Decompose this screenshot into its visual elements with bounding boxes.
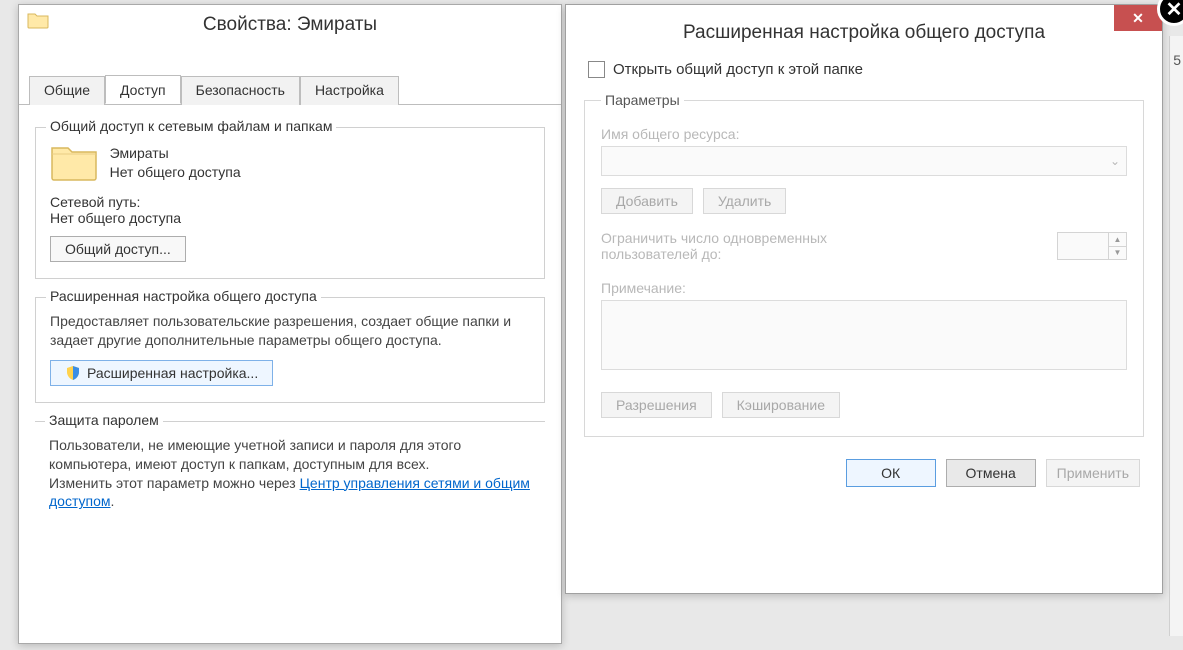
folder-large-icon xyxy=(50,142,98,182)
ok-button[interactable]: ОК xyxy=(846,459,936,487)
advanced-sharing-dialog: ✕ Расширенная настройка общего доступа О… xyxy=(565,4,1163,594)
password-protect-desc1: Пользователи, не имеющие учетной записи … xyxy=(49,436,531,474)
add-share-button[interactable]: Добавить xyxy=(601,188,693,214)
properties-titlebar[interactable]: Свойства: Эмираты xyxy=(19,5,561,45)
password-protect-group: Защита паролем Пользователи, не имеющие … xyxy=(35,421,545,512)
sharing-panel: Общий доступ к сетевым файлам и папкам Э… xyxy=(19,105,561,541)
tab-security[interactable]: Безопасность xyxy=(181,76,300,105)
share-name-label: Имя общего ресурса: xyxy=(601,126,1127,142)
shield-icon xyxy=(65,365,81,381)
properties-dialog: Свойства: Эмираты Общие Доступ Безопасно… xyxy=(18,4,562,644)
folder-share-status: Нет общего доступа xyxy=(110,163,241,182)
password-protect-desc2: Изменить этот параметр можно через Центр… xyxy=(49,474,531,512)
user-limit-label: Ограничить число одновременных пользоват… xyxy=(601,230,901,262)
share-name-combo[interactable]: ⌄ xyxy=(601,146,1127,176)
password-protect-legend: Защита паролем xyxy=(45,412,163,428)
comment-textarea[interactable] xyxy=(601,300,1127,370)
permissions-button[interactable]: Разрешения xyxy=(601,392,712,418)
tabstrip: Общие Доступ Безопасность Настройка xyxy=(19,75,561,105)
tab-customize[interactable]: Настройка xyxy=(300,76,399,105)
advanced-settings-button[interactable]: Расширенная настройка... xyxy=(50,360,273,386)
spinner-up-icon[interactable]: ▲ xyxy=(1109,233,1126,247)
background-strip xyxy=(1169,36,1183,636)
background-text: 5 xyxy=(1173,52,1181,68)
parameters-fieldset: Параметры Имя общего ресурса: ⌄ Добавить… xyxy=(584,92,1144,437)
share-button[interactable]: Общий доступ... xyxy=(50,236,186,262)
caching-button[interactable]: Кэширование xyxy=(722,392,840,418)
network-sharing-legend: Общий доступ к сетевым файлам и папкам xyxy=(46,118,336,134)
advanced-sharing-group: Расширенная настройка общего доступа Пре… xyxy=(35,297,545,403)
advanced-sharing-desc: Предоставляет пользовательские разрешени… xyxy=(50,312,530,350)
comment-label: Примечание: xyxy=(601,280,1127,296)
share-folder-label: Открыть общий доступ к этой папке xyxy=(613,61,863,78)
tab-general[interactable]: Общие xyxy=(29,76,105,105)
network-path-label: Сетевой путь: xyxy=(50,194,530,210)
properties-title: Свойства: Эмираты xyxy=(203,14,377,36)
network-path-value: Нет общего доступа xyxy=(50,210,530,226)
network-sharing-group: Общий доступ к сетевым файлам и папкам Э… xyxy=(35,127,545,279)
parameters-legend: Параметры xyxy=(601,92,684,108)
advanced-sharing-legend: Расширенная настройка общего доступа xyxy=(46,288,321,304)
user-limit-spinner[interactable]: ▲ ▼ xyxy=(1057,232,1127,260)
advanced-settings-label: Расширенная настройка... xyxy=(87,365,258,381)
share-folder-checkbox[interactable] xyxy=(588,61,605,78)
close-icon: ✕ xyxy=(1166,0,1183,22)
folder-name: Эмираты xyxy=(110,144,241,163)
advanced-sharing-title: Расширенная настройка общего доступа xyxy=(683,22,1045,44)
remove-share-button[interactable]: Удалить xyxy=(703,188,786,214)
spinner-down-icon[interactable]: ▼ xyxy=(1109,247,1126,260)
chevron-down-icon: ⌄ xyxy=(1110,154,1120,168)
advanced-sharing-titlebar[interactable]: Расширенная настройка общего доступа xyxy=(566,5,1162,55)
apply-button[interactable]: Применить xyxy=(1046,459,1140,487)
folder-icon xyxy=(27,11,49,29)
cancel-button[interactable]: Отмена xyxy=(946,459,1036,487)
tab-sharing[interactable]: Доступ xyxy=(105,75,181,104)
